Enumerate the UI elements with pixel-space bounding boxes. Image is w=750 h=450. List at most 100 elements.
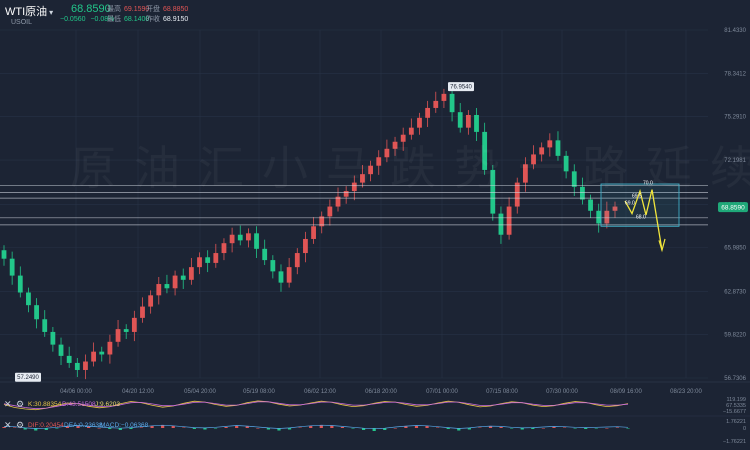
candle-body: [457, 112, 463, 128]
y-tick-label: 78.3412: [724, 72, 746, 78]
last-price: 68.8590: [71, 3, 111, 15]
macd-bar: [573, 428, 577, 429]
symbol-code: USOIL: [11, 19, 33, 26]
gear-icon[interactable]: ⚙: [16, 420, 24, 431]
candle-body: [188, 267, 194, 280]
macd-bar: [584, 428, 588, 429]
candle-body: [384, 148, 390, 158]
close-icon[interactable]: ✕: [4, 420, 12, 431]
candle-body: [237, 234, 243, 241]
candle-body: [131, 317, 137, 332]
candle-body: [26, 292, 31, 306]
candle-body: [262, 248, 268, 261]
gear-icon[interactable]: ⚙: [16, 399, 24, 410]
candle-body: [490, 169, 496, 214]
y-tick-label: 65.9850: [724, 246, 746, 252]
candle-body: [311, 226, 316, 239]
candle-body: [107, 341, 113, 355]
candle-body: [180, 275, 186, 280]
macd-bar: [488, 426, 493, 428]
stat-prev-close: 昨收 68.9150: [146, 16, 189, 23]
macd-dif-label: DIF:0.20454: [28, 422, 64, 429]
candle-body: [547, 140, 553, 148]
candle-body: [425, 107, 431, 118]
candle-body: [417, 117, 422, 128]
candle-body: [156, 284, 162, 296]
macd-bar: [425, 426, 429, 428]
x-tick-label: 06/18 20:00: [365, 389, 397, 395]
macd-value-label: MACD:−0.06368: [100, 422, 149, 429]
x-tick-label: 08/23 20:00: [670, 389, 702, 395]
macd-bar: [298, 427, 302, 428]
candlestick-series: [1, 86, 618, 380]
candle-body: [286, 267, 292, 283]
level-annotation: 70.0: [643, 181, 653, 187]
candle-body: [246, 233, 251, 241]
candle-body: [197, 257, 202, 268]
symbol-name: WTI原油: [5, 6, 48, 18]
y-tick-label: 72.1981: [724, 158, 746, 164]
macd-bar: [510, 428, 514, 429]
candle-body: [465, 114, 471, 128]
candle-body: [42, 319, 48, 332]
macd-bar: [552, 427, 556, 428]
x-tick-label: 05/04 20:00: [184, 389, 216, 395]
candle-body: [140, 306, 145, 318]
candle-body: [596, 210, 602, 224]
kdj-d-label: D:43.51508: [62, 401, 96, 408]
candle-body: [58, 344, 64, 356]
candle-body: [571, 171, 577, 187]
candle-body: [303, 238, 308, 254]
y-tick-label: 75.2910: [724, 115, 746, 121]
candle-body: [498, 213, 504, 235]
candle-body: [441, 93, 447, 101]
candle-body: [343, 191, 349, 197]
x-tick-label: 07/15 08:00: [486, 389, 518, 395]
macd-bar: [446, 428, 450, 429]
close-icon[interactable]: ✕: [4, 399, 12, 410]
macd-bar: [150, 426, 154, 428]
candle-body: [66, 355, 72, 363]
candle-body: [368, 165, 373, 175]
candle-body: [123, 329, 129, 332]
price-chart[interactable]: 70.069.569.0 68.0 76.9540 57.2490 81.4330 78…: [0, 0, 750, 450]
candle-body: [482, 131, 488, 170]
change-abs: −0.0560: [60, 16, 86, 23]
macd-bar: [615, 427, 620, 428]
x-tick-label: 06/02 12:00: [304, 389, 336, 395]
x-tick-label: 07/01 00:00: [426, 389, 458, 395]
candle-body: [327, 206, 333, 217]
x-tick-label: 08/09 16:00: [610, 389, 642, 395]
macd-bar: [436, 427, 440, 428]
stat-open: 开盘 68.8850: [146, 6, 189, 13]
candle-body: [34, 305, 39, 320]
kdj-j-label: J:9.6203: [95, 401, 120, 408]
symbol-selector[interactable]: WTI原油 ▾: [5, 3, 53, 19]
candle-body: [254, 233, 259, 249]
macd-bar: [182, 427, 186, 428]
macd-axis-tick: 0: [743, 426, 746, 432]
candle-body: [531, 154, 536, 165]
macd-axis-tick: −1.76221: [723, 439, 746, 445]
candle-body: [83, 361, 88, 370]
stat-high: 最高 69.1590: [107, 6, 150, 13]
macd-axis-tick: 1.76221: [726, 419, 746, 425]
macd-dea-label: DEA:0.23638: [64, 422, 103, 429]
candle-body: [164, 284, 170, 289]
macd-bar: [245, 426, 249, 428]
y-tick-label: 56.7306: [724, 376, 746, 382]
macd-bar: [478, 427, 482, 428]
candle-body: [433, 100, 439, 108]
candle-body: [506, 206, 512, 235]
level-annotation: 69.0: [625, 200, 635, 206]
high-label: 76.9540: [450, 85, 472, 91]
macd-bar: [594, 428, 598, 429]
candle-body: [1, 250, 7, 259]
level-annotation: 69.5: [632, 193, 642, 199]
candle-body: [539, 147, 545, 155]
candle-body: [555, 140, 561, 156]
y-tick-label: 59.8220: [724, 332, 746, 338]
x-tick-label: 04/20 12:00: [122, 389, 154, 395]
annotation-overlay: 70.069.569.0 68.0 76.9540 57.2490: [15, 82, 680, 382]
candle-body: [360, 174, 365, 183]
